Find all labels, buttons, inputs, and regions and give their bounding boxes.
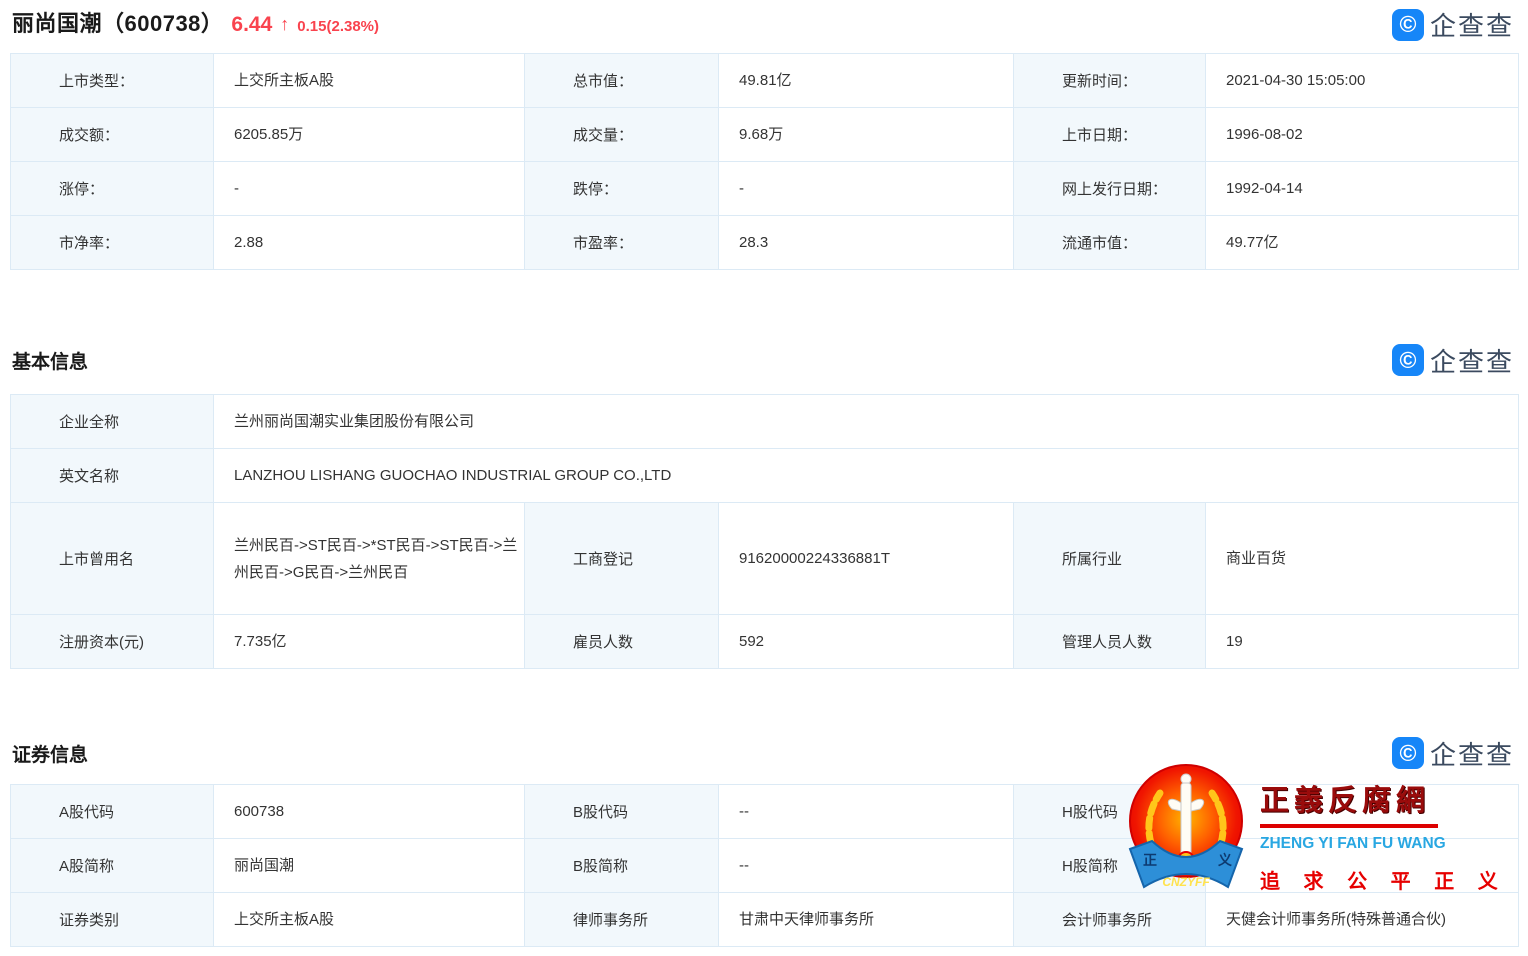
- field-label: 企业全称: [11, 395, 214, 449]
- field-label: 更新时间：: [1014, 54, 1206, 108]
- field-value: 1996-08-02: [1206, 108, 1519, 162]
- field-value: 2.88: [214, 216, 525, 270]
- section-title-basic: 基本信息: [12, 347, 88, 374]
- field-value: 600738: [214, 785, 525, 839]
- table-row: 上市曾用名 兰州民百->ST民百->*ST民百->ST民百->兰州民百->G民百…: [11, 503, 1519, 615]
- field-label: 律师事务所: [525, 893, 719, 947]
- field-label: 注册资本(元): [11, 615, 214, 669]
- page-header: 丽尚国潮（600738） 6.44 ↑ 0.15(2.38%) © 企查查: [0, 0, 1528, 48]
- field-value: 1992-04-14: [1206, 162, 1519, 216]
- field-value: 6205.85万: [214, 108, 525, 162]
- page-title: 丽尚国潮（600738）: [12, 6, 223, 38]
- stock-price: 6.44: [231, 13, 272, 37]
- stock-change: 0.15(2.38%): [297, 18, 379, 35]
- field-label: 雇员人数: [525, 615, 719, 669]
- field-label: 网上发行日期：: [1014, 162, 1206, 216]
- field-label: 英文名称: [11, 449, 214, 503]
- qichacha-logo-text: 企查查: [1430, 735, 1514, 772]
- field-value: -: [719, 162, 1014, 216]
- field-label: 成交额：: [11, 108, 214, 162]
- qichacha-icon: ©: [1392, 344, 1424, 376]
- field-value: 兰州民百->ST民百->*ST民百->ST民百->兰州民百->G民百->兰州民百: [214, 503, 525, 615]
- quote-table: 上市类型： 上交所主板A股 总市值： 49.81亿 更新时间： 2021-04-…: [10, 53, 1519, 270]
- qichacha-icon: ©: [1392, 9, 1424, 41]
- field-value: 上交所主板A股: [214, 893, 525, 947]
- field-label: 成交量：: [525, 108, 719, 162]
- field-value: -: [214, 162, 525, 216]
- field-label: 流通市值：: [1014, 216, 1206, 270]
- stock-title-block: 丽尚国潮（600738） 6.44 ↑ 0.15(2.38%): [12, 6, 379, 38]
- securities-info-header: 证券信息 © 企查查: [0, 735, 1528, 771]
- field-value: --: [719, 785, 1014, 839]
- field-value: [1206, 785, 1519, 839]
- field-label: 会计师事务所: [1014, 893, 1206, 947]
- field-label: 涨停：: [11, 162, 214, 216]
- field-value: 592: [719, 615, 1014, 669]
- field-value: 91620000224336881T: [719, 503, 1014, 615]
- field-label: 管理人员人数: [1014, 615, 1206, 669]
- field-value: --: [719, 839, 1014, 893]
- field-label: 上市曾用名: [11, 503, 214, 615]
- field-label: 上市类型：: [11, 54, 214, 108]
- table-row: 英文名称 LANZHOU LISHANG GUOCHAO INDUSTRIAL …: [11, 449, 1519, 503]
- field-value: 49.77亿: [1206, 216, 1519, 270]
- field-value: 上交所主板A股: [214, 54, 525, 108]
- table-row: 企业全称 兰州丽尚国潮实业集团股份有限公司: [11, 395, 1519, 449]
- field-label: B股代码: [525, 785, 719, 839]
- field-value: 49.81亿: [719, 54, 1014, 108]
- field-value: 7.735亿: [214, 615, 525, 669]
- field-label: 总市值：: [525, 54, 719, 108]
- field-value: [1206, 839, 1519, 893]
- field-label: 市净率：: [11, 216, 214, 270]
- field-value: 甘肃中天律师事务所: [719, 893, 1014, 947]
- qichacha-logo-text: 企查查: [1430, 342, 1514, 379]
- table-row: 成交额： 6205.85万 成交量： 9.68万 上市日期： 1996-08-0…: [11, 108, 1519, 162]
- field-label: A股代码: [11, 785, 214, 839]
- table-row: 市净率： 2.88 市盈率： 28.3 流通市值： 49.77亿: [11, 216, 1519, 270]
- field-value: LANZHOU LISHANG GUOCHAO INDUSTRIAL GROUP…: [214, 449, 1519, 503]
- table-row: A股简称 丽尚国潮 B股简称 -- H股简称: [11, 839, 1519, 893]
- field-value: 天健会计师事务所(特殊普通合伙): [1206, 893, 1519, 947]
- basic-info-header: 基本信息 © 企查查: [0, 342, 1528, 378]
- qichacha-logo[interactable]: © 企查查: [1392, 6, 1514, 43]
- company-stock-page: 丽尚国潮（600738） 6.44 ↑ 0.15(2.38%) © 企查查 上市…: [0, 0, 1528, 956]
- table-row: A股代码 600738 B股代码 -- H股代码: [11, 785, 1519, 839]
- field-label: H股代码: [1014, 785, 1206, 839]
- table-row: 注册资本(元) 7.735亿 雇员人数 592 管理人员人数 19: [11, 615, 1519, 669]
- basic-info-table: 企业全称 兰州丽尚国潮实业集团股份有限公司 英文名称 LANZHOU LISHA…: [10, 394, 1519, 669]
- field-value: 9.68万: [719, 108, 1014, 162]
- field-label: B股简称: [525, 839, 719, 893]
- field-value: 丽尚国潮: [214, 839, 525, 893]
- qichacha-icon: ©: [1392, 737, 1424, 769]
- qichacha-logo[interactable]: © 企查查: [1392, 735, 1514, 772]
- table-row: 涨停： - 跌停： - 网上发行日期： 1992-04-14: [11, 162, 1519, 216]
- field-label: 所属行业: [1014, 503, 1206, 615]
- field-label: 上市日期：: [1014, 108, 1206, 162]
- table-row: 上市类型： 上交所主板A股 总市值： 49.81亿 更新时间： 2021-04-…: [11, 54, 1519, 108]
- section-title-securities: 证券信息: [12, 740, 88, 767]
- securities-table: A股代码 600738 B股代码 -- H股代码 A股简称 丽尚国潮 B股简称 …: [10, 784, 1519, 947]
- field-label: 跌停：: [525, 162, 719, 216]
- qichacha-logo-text: 企查查: [1430, 6, 1514, 43]
- field-value: 28.3: [719, 216, 1014, 270]
- field-value: 2021-04-30 15:05:00: [1206, 54, 1519, 108]
- field-label: 市盈率：: [525, 216, 719, 270]
- price-up-arrow-icon: ↑: [280, 14, 289, 35]
- field-value: 兰州丽尚国潮实业集团股份有限公司: [214, 395, 1519, 449]
- field-label: H股简称: [1014, 839, 1206, 893]
- field-value: 商业百货: [1206, 503, 1519, 615]
- field-value: 19: [1206, 615, 1519, 669]
- qichacha-logo[interactable]: © 企查查: [1392, 342, 1514, 379]
- field-label: 证券类别: [11, 893, 214, 947]
- field-label: 工商登记: [525, 503, 719, 615]
- table-row: 证券类别 上交所主板A股 律师事务所 甘肃中天律师事务所 会计师事务所 天健会计…: [11, 893, 1519, 947]
- field-label: A股简称: [11, 839, 214, 893]
